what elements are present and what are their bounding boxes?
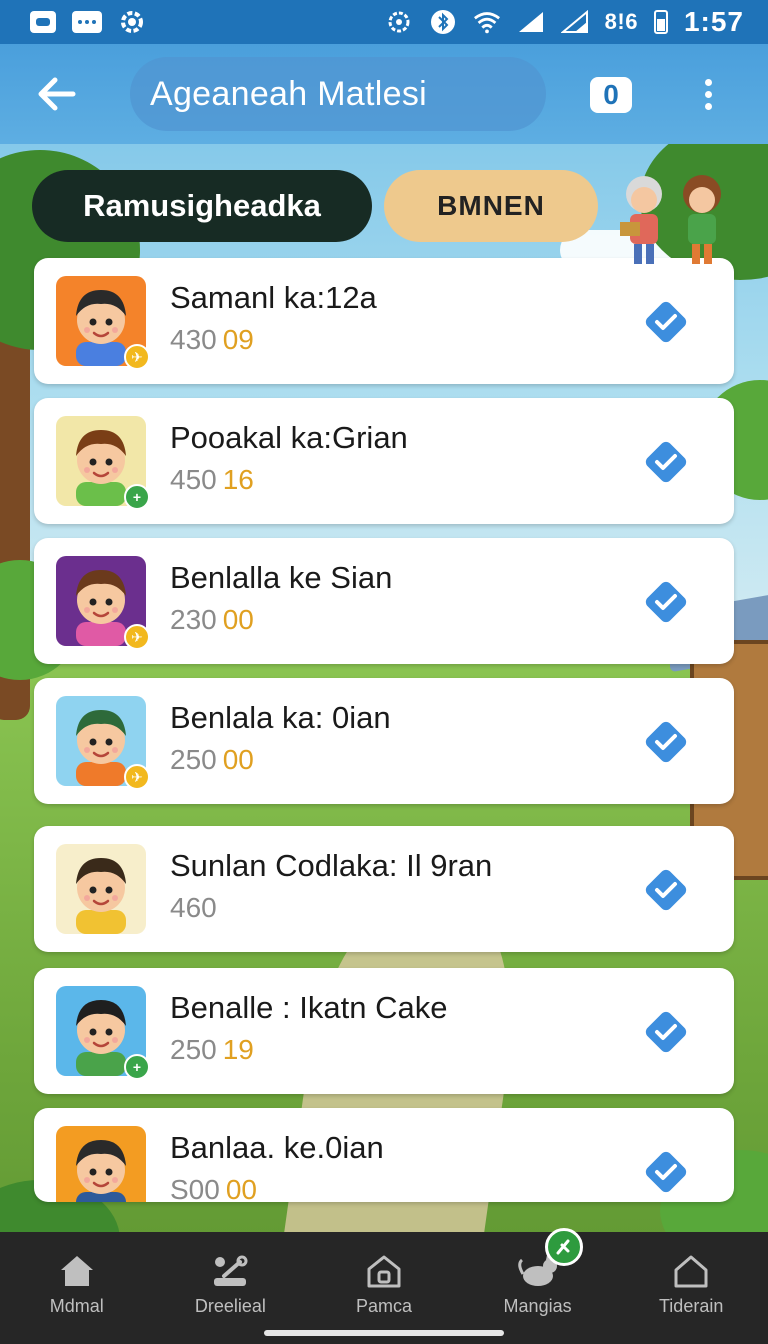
title-search-field[interactable]: Ageaneah Matlesi xyxy=(130,57,546,131)
item-meta: S00 00 xyxy=(170,1174,257,1202)
list-item[interactable]: + Benalle : Ikatn Cake 250 19 xyxy=(34,968,734,1094)
check-badge-icon[interactable] xyxy=(642,1008,690,1056)
avatar-badge-icon: + xyxy=(124,1054,150,1080)
item-meta: 250 00 xyxy=(170,744,254,776)
page-title: Ageaneah Matlesi xyxy=(150,74,427,113)
nav-label: Pamca xyxy=(355,1296,412,1316)
list-item[interactable]: Sunlan Codlaka: Il 9ran 460 xyxy=(34,826,734,952)
item-meta: 230 00 xyxy=(170,604,254,636)
check-badge-icon[interactable] xyxy=(642,578,690,626)
item-score: 00 xyxy=(222,744,254,775)
item-score: 00 xyxy=(222,604,254,635)
item-score: 16 xyxy=(222,464,254,495)
filter-chips: Ramusigheadka BMNEN xyxy=(32,170,598,242)
secondary-chip[interactable]: BMNEN xyxy=(384,170,598,242)
avatar xyxy=(56,1126,146,1202)
item-name: Benlala ka: 0ian xyxy=(170,700,391,735)
leaf-icon xyxy=(556,1239,570,1255)
item-meta: 450 16 xyxy=(170,464,254,496)
item-score: 00 xyxy=(225,1174,257,1202)
avatar: ✈ xyxy=(56,696,150,790)
check-badge-icon[interactable] xyxy=(642,298,690,346)
home-indicator[interactable] xyxy=(264,1330,504,1336)
list-item[interactable]: Banlaa. ke.0ian S00 00 xyxy=(34,1108,734,1202)
nav-label: Tiderain xyxy=(658,1296,724,1316)
avatar: + xyxy=(56,986,150,1080)
check-badge-icon[interactable] xyxy=(642,718,690,766)
item-meta: 250 19 xyxy=(170,1034,254,1066)
notification-icon xyxy=(30,11,56,33)
item-name: Sunlan Codlaka: Il 9ran xyxy=(170,848,493,883)
house-outline-icon xyxy=(367,1255,401,1288)
house-outline-icon xyxy=(674,1255,708,1288)
avatar-badge-icon: ✈ xyxy=(124,624,150,650)
nav-item-dreelieal[interactable]: Dreelieal xyxy=(154,1232,308,1344)
nav-label: Mdmal xyxy=(49,1296,104,1316)
item-score: 09 xyxy=(222,324,254,355)
message-icon xyxy=(72,11,102,33)
item-score: 19 xyxy=(222,1034,254,1065)
avatar-badge-icon: ✈ xyxy=(124,764,150,790)
avatar xyxy=(56,844,146,934)
count-badge[interactable]: 0 xyxy=(590,77,632,113)
signal-text: 8!6 xyxy=(604,9,638,34)
bluetooth-icon xyxy=(429,10,457,34)
settings-icon xyxy=(118,10,146,34)
clock: 1:57 xyxy=(683,6,744,37)
item-count: S00 xyxy=(170,1174,220,1202)
signal-icon-2 xyxy=(560,10,589,34)
check-badge-icon[interactable] xyxy=(642,438,690,486)
item-meta: 460 xyxy=(170,892,223,924)
item-name: Pooakal ka:Grian xyxy=(170,420,408,455)
gear-icon xyxy=(385,10,413,34)
wifi-icon xyxy=(473,10,501,34)
avatar: ✈ xyxy=(56,556,150,650)
tools-icon xyxy=(214,1255,248,1286)
status-bar: 8!6 1:57 xyxy=(0,0,768,44)
check-badge-icon[interactable] xyxy=(642,1148,690,1196)
app-bar: Ageaneah Matlesi 0 xyxy=(0,44,768,144)
item-count: 230 xyxy=(170,604,217,635)
nav-item-pamca[interactable]: Pamca xyxy=(307,1232,461,1344)
mascot-characters xyxy=(600,168,740,268)
item-count: 250 xyxy=(170,1034,217,1065)
more-menu-button[interactable] xyxy=(694,72,722,116)
bottom-navigation: Mdmal Dreelieal Pamca Mangias Tiderain xyxy=(0,1228,768,1344)
list-item[interactable]: + Pooakal ka:Grian 450 16 xyxy=(34,398,734,524)
primary-chip[interactable]: Ramusigheadka xyxy=(32,170,372,242)
item-name: Benalle : Ikatn Cake xyxy=(170,990,448,1025)
nav-item-mdmal[interactable]: Mdmal xyxy=(0,1232,154,1344)
battery-icon xyxy=(653,10,668,34)
avatar: + xyxy=(56,416,150,510)
item-meta: 430 09 xyxy=(170,324,254,356)
home-icon xyxy=(60,1256,93,1286)
check-badge-icon[interactable] xyxy=(642,866,690,914)
nav-item-mangias[interactable]: Mangias xyxy=(461,1228,615,1344)
item-name: Samanl ka:12a xyxy=(170,280,377,315)
item-count: 460 xyxy=(170,892,217,923)
item-name: Benlalla ke Sian xyxy=(170,560,393,595)
item-count: 450 xyxy=(170,464,217,495)
notification-badge xyxy=(544,1228,583,1266)
list-item[interactable]: ✈ Benlala ka: 0ian 250 00 xyxy=(34,678,734,804)
list-item[interactable]: ✈ Samanl ka:12a 430 09 xyxy=(34,258,734,384)
nav-item-tiderain[interactable]: Tiderain xyxy=(614,1232,768,1344)
avatar: ✈ xyxy=(56,276,150,370)
signal-icon xyxy=(517,10,545,34)
item-name: Banlaa. ke.0ian xyxy=(170,1130,384,1165)
nav-label: Dreelieal xyxy=(194,1296,266,1316)
list-item[interactable]: ✈ Benlalla ke Sian 230 00 xyxy=(34,538,734,664)
avatar-badge-icon: + xyxy=(124,484,150,510)
item-count: 430 xyxy=(170,324,217,355)
back-arrow-icon xyxy=(38,77,76,111)
avatar-badge-icon: ✈ xyxy=(124,344,150,370)
nav-label: Mangias xyxy=(503,1296,572,1316)
item-count: 250 xyxy=(170,744,217,775)
back-button[interactable] xyxy=(28,65,86,123)
